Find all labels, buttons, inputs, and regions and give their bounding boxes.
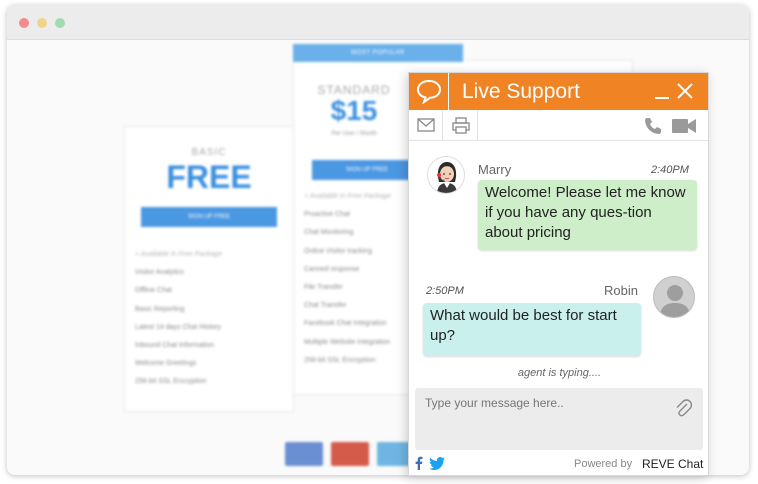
typing-indicator: agent is typing.... <box>517 367 602 379</box>
feature-item: Offline Chat <box>135 287 172 295</box>
plan-card-basic: BASIC FREE SIGN UP FREE + Available in F… <box>124 126 294 412</box>
brand-link[interactable]: REVE Chat <box>642 457 703 471</box>
chat-header: Live Support <box>409 73 708 110</box>
feature-item: + Available in Free Package <box>304 193 391 200</box>
signup-button[interactable]: SIGN UP FREE <box>141 207 277 227</box>
plan-price: FREE <box>166 159 252 195</box>
chat-bubble-icon <box>409 73 449 110</box>
feature-item: File Transfer <box>304 283 343 291</box>
message-timestamp: 2:40PM <box>651 164 689 176</box>
feature-item: 256-bit SSL Encryption <box>135 378 207 386</box>
feature-item: Facebook Chat Integration <box>304 320 387 328</box>
visa-card-icon <box>285 442 323 466</box>
feature-item: Inbound Chat Information <box>135 341 214 349</box>
feature-item: Online Visitor tracking <box>304 247 372 255</box>
agent-avatar <box>427 156 465 194</box>
feature-list: + Available in Free Package Visitor Anal… <box>135 251 222 397</box>
print-transcript-button[interactable] <box>444 110 478 141</box>
feature-item: Chat Transfer <box>304 302 347 310</box>
message-timestamp: 2:50PM <box>426 285 464 297</box>
feature-item: Welcome Greetings <box>135 360 197 368</box>
printer-icon <box>452 117 470 134</box>
agent-name: Marry <box>478 162 512 177</box>
facebook-icon[interactable] <box>414 456 424 470</box>
visitor-message-bubble: What would be best for start up? <box>423 303 641 356</box>
video-camera-icon[interactable] <box>671 116 697 136</box>
signup-button[interactable]: SIGN UP FREE <box>312 160 422 180</box>
chat-title: Live Support <box>462 80 580 103</box>
feature-item: Multiple Website Integration <box>304 338 391 346</box>
powered-by-label: Powered by <box>574 458 633 470</box>
feature-list: + Available in Free Package Proactive Ch… <box>304 193 391 375</box>
browser-titlebar <box>7 5 749 40</box>
minimize-icon[interactable] <box>655 97 669 99</box>
feature-item: Canned response <box>304 265 360 273</box>
user-avatar-icon <box>653 276 695 318</box>
live-chat-widget: Live Support Marry 2:40PM Welcome! Pleas… <box>408 72 709 476</box>
feature-item: Proactive Chat <box>304 211 350 219</box>
feature-item: Chat Monitoring <box>304 229 354 237</box>
feature-item: 256-bit SSL Encryption <box>304 356 376 364</box>
close-window-button[interactable] <box>19 18 29 28</box>
close-icon[interactable] <box>676 82 694 100</box>
phone-icon[interactable] <box>643 116 663 136</box>
agent-message-bubble: Welcome! Please let me know if you have … <box>478 180 697 250</box>
plan-name: BASIC <box>191 147 227 158</box>
feature-item: Latest 14 days Chat History <box>135 323 221 331</box>
message-input[interactable] <box>415 388 703 450</box>
minimize-window-button[interactable] <box>37 18 47 28</box>
paperclip-icon[interactable] <box>674 398 692 418</box>
twitter-icon[interactable] <box>429 457 445 470</box>
most-popular-banner: MOST POPULAR <box>293 44 463 62</box>
plan-price-sub: Per User / Month <box>331 131 377 137</box>
maximize-window-button[interactable] <box>55 18 65 28</box>
feature-item: Visitor Analytics <box>135 269 184 277</box>
envelope-icon <box>417 118 435 132</box>
plan-price: $15 <box>330 95 378 126</box>
visitor-name: Robin <box>604 283 638 298</box>
mastercard-icon <box>331 442 369 466</box>
email-transcript-button[interactable] <box>409 110 443 141</box>
feature-item: Basic Reporting <box>135 305 185 313</box>
feature-item: + Available in Free Package <box>135 251 222 258</box>
chat-toolbar <box>409 110 708 141</box>
